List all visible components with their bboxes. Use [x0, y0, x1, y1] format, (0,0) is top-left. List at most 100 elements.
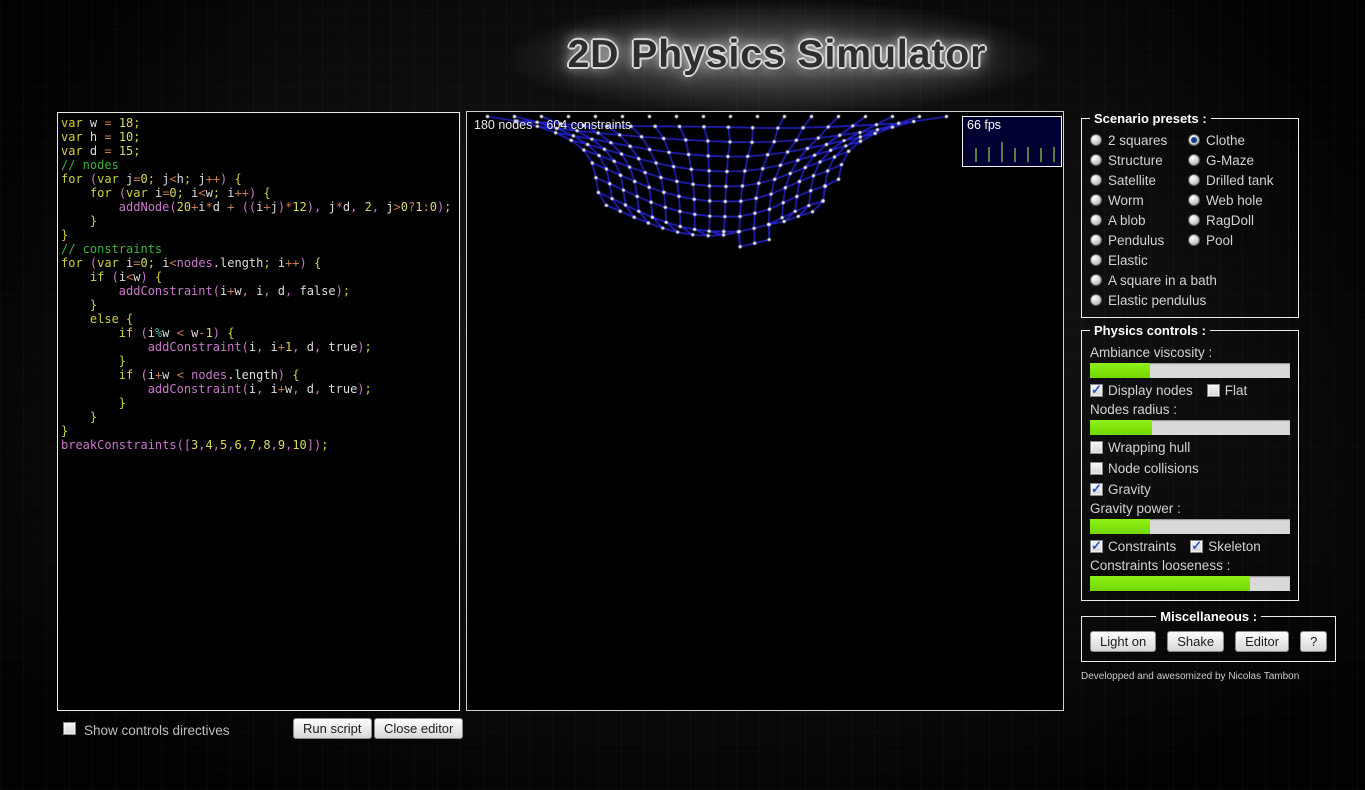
simulation-stats: 180 nodes 604 constraints — [474, 118, 631, 132]
code-line: } — [61, 410, 459, 424]
nodes-radius-slider[interactable] — [1090, 420, 1290, 435]
radio-icon — [1090, 174, 1102, 186]
code-line: addConstraint(i, i+w, d, true); — [61, 382, 459, 396]
editor-button[interactable]: Editor — [1235, 631, 1289, 652]
fps-bar — [1027, 147, 1029, 162]
radio-icon — [1090, 294, 1102, 306]
radio-icon — [1090, 214, 1102, 226]
radio-icon — [1188, 234, 1200, 246]
radio-icon — [1090, 134, 1102, 146]
preset-radio-g-maze[interactable]: G-Maze — [1188, 150, 1290, 170]
flat-checkbox[interactable]: ✓Flat — [1207, 381, 1248, 399]
physics-canvas[interactable] — [467, 112, 1063, 710]
preset-radio-elastic[interactable]: Elastic — [1090, 250, 1188, 270]
preset-radio-clothe[interactable]: Clothe — [1188, 130, 1290, 150]
preset-radio-pendulus[interactable]: Pendulus — [1090, 230, 1188, 250]
close-editor-button[interactable]: Close editor — [374, 718, 463, 739]
gravity-power-label: Gravity power : — [1090, 501, 1290, 516]
fps-counter: 66 fps — [962, 116, 1062, 167]
code-line: var d = 15; — [61, 144, 459, 158]
constraints-checkbox[interactable]: ✓Constraints — [1090, 537, 1176, 555]
slider-fill — [1090, 363, 1150, 378]
miscellaneous-group: Miscellaneous : Light on Shake Editor ? — [1081, 609, 1336, 662]
code-line: for (var i=0; i<w; i++) { — [61, 186, 459, 200]
code-line: if (i+w < nodes.length) { — [61, 368, 459, 382]
code-line: if (i<w) { — [61, 270, 459, 284]
preset-radio-2-squares[interactable]: 2 squares — [1090, 130, 1188, 150]
code-line: if (i%w < w-1) { — [61, 326, 459, 340]
constraints-looseness-label: Constraints looseness : — [1090, 558, 1290, 573]
code-line: var h = 10; — [61, 130, 459, 144]
constraints-looseness-slider[interactable] — [1090, 576, 1290, 591]
radio-icon — [1090, 194, 1102, 206]
code-line: addConstraint(i, i+1, d, true); — [61, 340, 459, 354]
radio-icon — [1188, 214, 1200, 226]
code-line: } — [61, 228, 459, 242]
preset-radio-pool[interactable]: Pool — [1188, 230, 1290, 250]
radio-icon — [1188, 194, 1200, 206]
slider-fill — [1090, 519, 1150, 534]
fps-graph — [969, 138, 1057, 162]
ambiance-viscosity-slider[interactable] — [1090, 363, 1290, 378]
scenario-presets-group: Scenario presets : 2 squares Structure S… — [1081, 111, 1299, 318]
check-icon: ✓ — [1091, 481, 1102, 497]
preset-radio-structure[interactable]: Structure — [1090, 150, 1188, 170]
run-script-button[interactable]: Run script — [293, 718, 372, 739]
code-line: breakConstraints([3,4,5,6,7,8,9,10]); — [61, 438, 459, 452]
preset-radio-ragdoll[interactable]: RagDoll — [1188, 210, 1290, 230]
code-line: } — [61, 424, 459, 438]
code-line: addNode(20+i*d + ((i+j)*12), j*d, 2, j>0… — [61, 200, 459, 214]
gravity-power-slider[interactable] — [1090, 519, 1290, 534]
display-nodes-checkbox[interactable]: ✓Display nodes — [1090, 381, 1193, 399]
light-on-button[interactable]: Light on — [1090, 631, 1156, 652]
constraints-count: 604 constraints — [546, 118, 631, 132]
radio-icon — [1090, 234, 1102, 246]
nodes-count: 180 nodes — [474, 118, 532, 132]
code-line: for (var j=0; j<h; j++) { — [61, 172, 459, 186]
show-directives-checkbox[interactable]: ✓ — [63, 722, 76, 735]
physics-controls-group: Physics controls : Ambiance viscosity : … — [1081, 323, 1299, 601]
fps-bar — [1053, 147, 1055, 162]
preset-radio-a-blob[interactable]: A blob — [1090, 210, 1188, 230]
physics-controls-legend: Physics controls : — [1090, 323, 1210, 338]
slider-fill — [1090, 420, 1152, 435]
editor-bottom-bar: ✓ Show controls directives Run script Cl… — [57, 717, 460, 743]
radio-icon — [1188, 154, 1200, 166]
preset-radio-elastic-pendulus[interactable]: Elastic pendulus — [1090, 290, 1290, 310]
skeleton-checkbox[interactable]: ✓Skeleton — [1190, 537, 1261, 555]
fps-bar — [975, 148, 977, 162]
check-icon: ✓ — [1091, 538, 1102, 554]
preset-radio-a-square-in-a-bath[interactable]: A square in a bath — [1090, 270, 1290, 290]
radio-icon — [1188, 134, 1200, 146]
code-line: // nodes — [61, 158, 459, 172]
code-line: } — [61, 214, 459, 228]
fps-bar — [1001, 142, 1003, 162]
credit-text: Developped and awesomized by Nicolas Tam… — [1081, 671, 1299, 682]
wrapping-hull-checkbox[interactable]: ✓Wrapping hull — [1090, 438, 1190, 456]
fps-bar — [1040, 148, 1042, 162]
radio-icon — [1188, 174, 1200, 186]
code-line: addConstraint(i+w, i, d, false); — [61, 284, 459, 298]
code-line: } — [61, 396, 459, 410]
code-line: // constraints — [61, 242, 459, 256]
scenario-presets-legend: Scenario presets : — [1090, 111, 1211, 126]
shake-button[interactable]: Shake — [1167, 631, 1224, 652]
preset-radio-drilled-tank[interactable]: Drilled tank — [1188, 170, 1290, 190]
check-icon: ✓ — [1191, 538, 1202, 554]
simulation-panel: 180 nodes 604 constraints 66 fps — [466, 111, 1064, 711]
check-icon: ✓ — [1091, 382, 1102, 398]
radio-icon — [1090, 154, 1102, 166]
code-editor-panel[interactable]: var w = 18;var h = 10;var d = 15;// node… — [57, 112, 460, 711]
slider-fill — [1090, 576, 1250, 591]
node-collisions-checkbox[interactable]: ✓Node collisions — [1090, 459, 1199, 477]
preset-radio-satellite[interactable]: Satellite — [1090, 170, 1188, 190]
help-button[interactable]: ? — [1300, 631, 1327, 652]
nodes-radius-label: Nodes radius : — [1090, 402, 1290, 417]
preset-radio-web-hole[interactable]: Web hole — [1188, 190, 1290, 210]
fps-bar — [988, 147, 990, 162]
control-column: Scenario presets : 2 squares Structure S… — [1081, 111, 1299, 682]
preset-radio-worm[interactable]: Worm — [1090, 190, 1188, 210]
fps-label: 66 fps — [967, 118, 1001, 132]
code-editor[interactable]: var w = 18;var h = 10;var d = 15;// node… — [61, 116, 459, 452]
gravity-checkbox[interactable]: ✓Gravity — [1090, 480, 1151, 498]
